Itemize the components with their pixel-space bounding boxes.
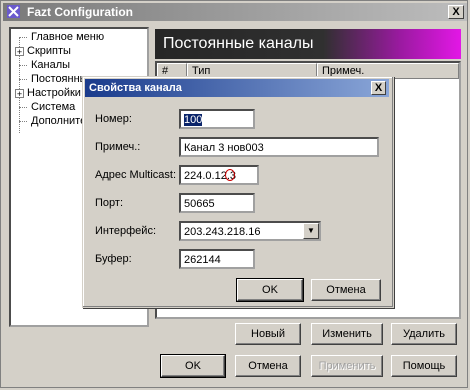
apply-button[interactable]: Применить — [311, 355, 383, 377]
tree-item-settings[interactable]: + Настройки — [15, 86, 81, 100]
help-button[interactable]: Помощь — [391, 355, 457, 377]
dialog-cancel-button[interactable]: Отмена — [311, 279, 381, 301]
tree-item-label: Настройки — [27, 87, 81, 99]
tree-item-label: Скрипты — [27, 45, 71, 57]
app-icon — [7, 5, 20, 18]
new-button[interactable]: Новый — [235, 323, 301, 345]
port-field[interactable]: 50665 — [179, 193, 255, 213]
expand-icon[interactable]: + — [15, 88, 24, 98]
tree-item-label: Система — [31, 101, 76, 113]
dialog-ok-button[interactable]: OK — [236, 278, 304, 302]
channel-properties-dialog: Свойства канала X Номер: 100 Примеч.: Ка… — [82, 76, 394, 308]
panel-header: Постоянные каналы — [155, 29, 461, 59]
cancel-button[interactable]: Отмена — [235, 355, 301, 377]
mouse-cursor-icon — [225, 169, 235, 181]
buffer-label: Буфер: — [95, 253, 132, 265]
number-label: Номер: — [95, 113, 132, 125]
edit-button[interactable]: Изменить — [311, 323, 383, 345]
interface-label: Интерфейс: — [95, 225, 156, 237]
title-bar[interactable]: Fazt Configuration X — [3, 3, 467, 21]
buffer-field[interactable]: 262144 — [179, 249, 255, 269]
ok-button[interactable]: OK — [160, 354, 226, 378]
expand-icon[interactable]: + — [15, 46, 24, 56]
tree-item-channels[interactable]: Каналы — [19, 58, 71, 72]
dialog-close-button[interactable]: X — [371, 81, 386, 95]
window-close-button[interactable]: X — [448, 5, 464, 19]
chevron-down-icon[interactable]: ▼ — [303, 223, 319, 239]
dialog-title-bar[interactable]: Свойства канала X — [85, 79, 389, 97]
multicast-address-field[interactable]: 224.0.12.3 — [179, 165, 259, 185]
tree-item-label: Каналы — [31, 59, 71, 71]
dialog-title: Свойства канала — [89, 82, 182, 94]
tree-item-main-menu[interactable]: Главное меню — [19, 30, 105, 44]
interface-select[interactable]: 203.243.218.16 ▼ — [179, 221, 321, 241]
port-label: Порт: — [95, 197, 123, 209]
number-field[interactable]: 100 — [179, 109, 255, 129]
tree-item-scripts[interactable]: + Скрипты — [15, 44, 71, 58]
note-label: Примеч.: — [95, 141, 141, 153]
window-title: Fazt Configuration — [27, 5, 133, 19]
tree-item-label: Главное меню — [31, 31, 105, 43]
multicast-label: Адрес Multicast: — [95, 169, 177, 181]
note-field[interactable]: Канал 3 нов003 — [179, 137, 379, 157]
delete-button[interactable]: Удалить — [391, 323, 457, 345]
tree-item-system[interactable]: Система — [19, 100, 76, 114]
